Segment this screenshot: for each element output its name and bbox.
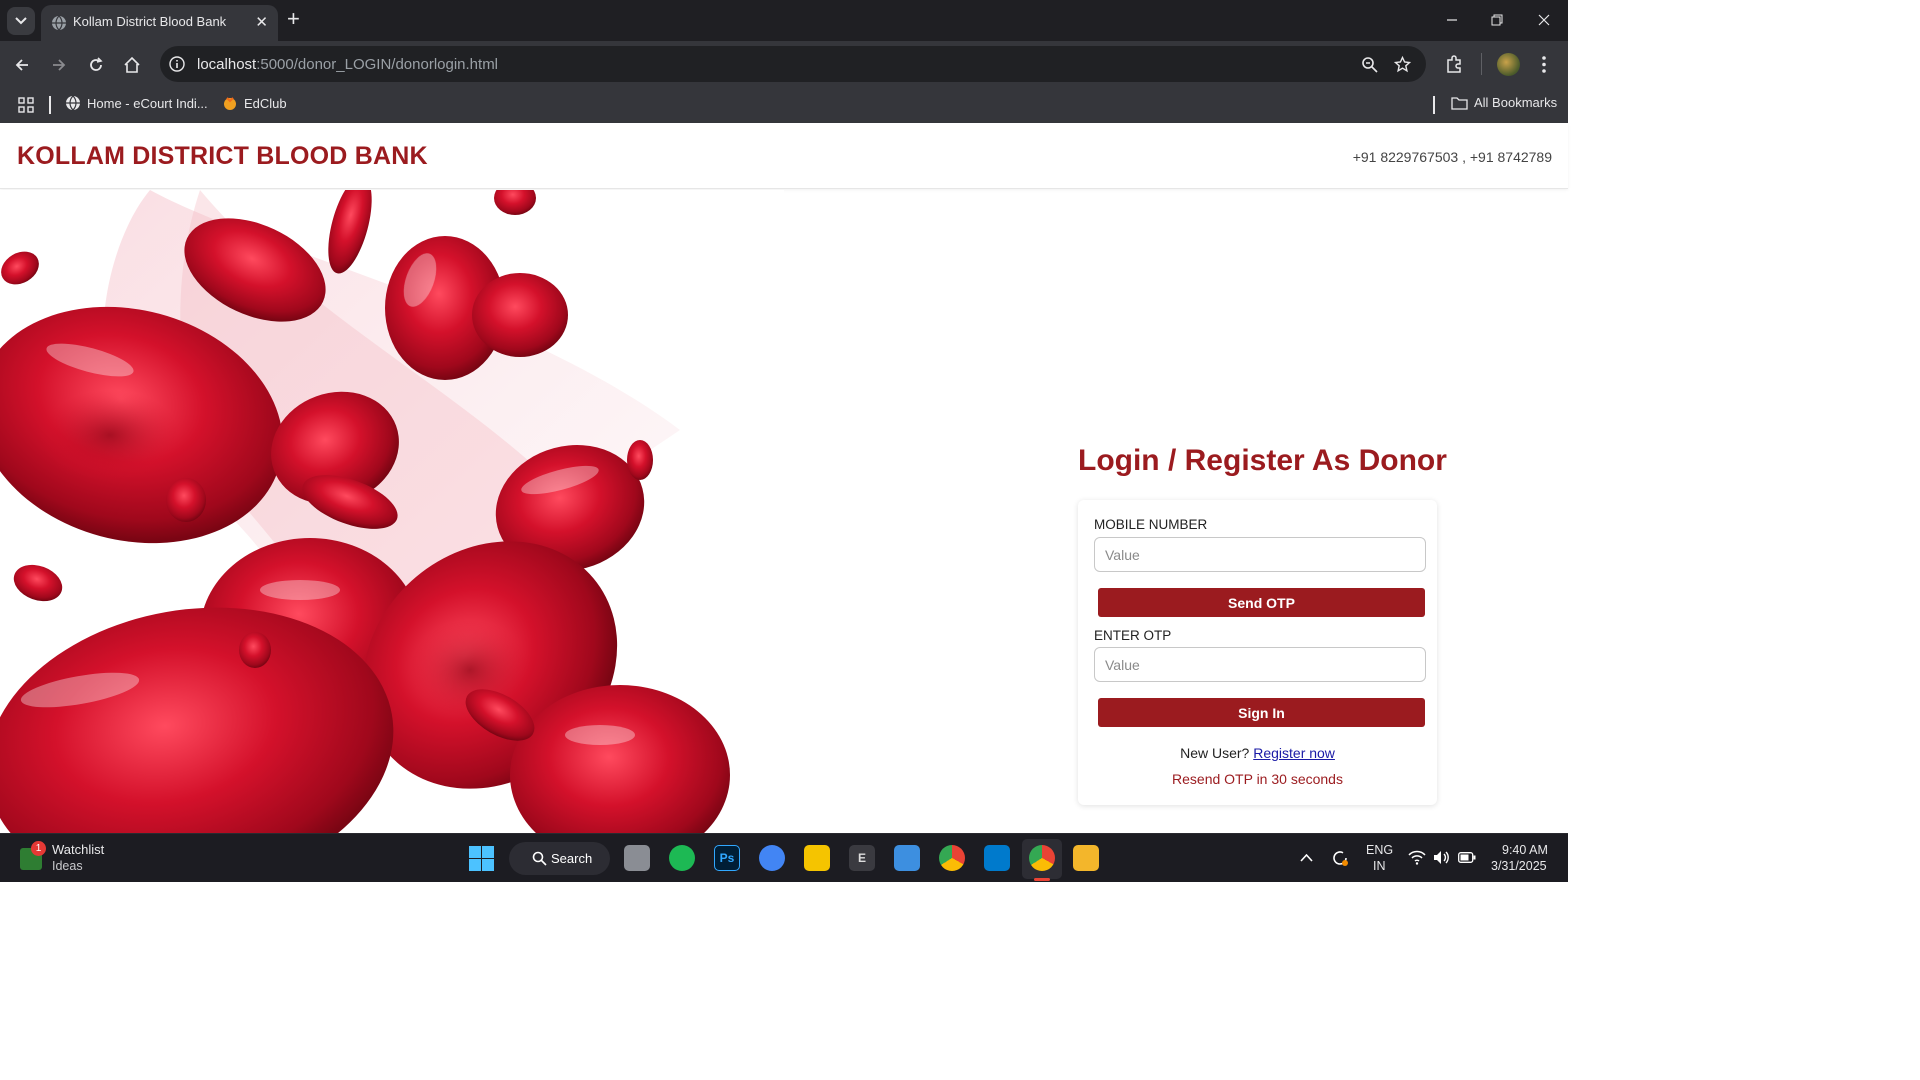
arrow-right-icon [53, 59, 66, 71]
chevron-up-icon[interactable] [1300, 854, 1313, 862]
task-view-icon[interactable] [624, 845, 650, 871]
reload-button[interactable] [84, 53, 108, 77]
browser-tab-bar: Kollam District Blood Bank ✕ + [0, 0, 1568, 41]
more-menu-icon[interactable] [1540, 55, 1548, 74]
resend-otp-timer: Resend OTP in 30 seconds [1172, 771, 1343, 787]
bookmarks-divider [49, 96, 51, 114]
otp-input[interactable] [1094, 647, 1426, 682]
mobile-number-input[interactable] [1094, 537, 1426, 572]
edclub-icon [224, 97, 236, 110]
mobile-number-label: MOBILE NUMBER [1094, 517, 1208, 532]
blood-cells-illustration [0, 190, 784, 833]
url-path: :5000/donor_LOGIN/donorlogin.html [256, 56, 499, 73]
globe-icon [66, 95, 80, 111]
bookmarks-bar: Home - eCourt Indi... EdClub All Bookmar… [0, 88, 1568, 123]
notification-badge: 1 [31, 841, 46, 856]
search-label: Search [551, 851, 593, 866]
back-button[interactable] [10, 53, 34, 77]
apps-grid-icon[interactable] [18, 97, 34, 113]
sync-status-icon[interactable] [1330, 848, 1350, 868]
minimize-icon[interactable] [1446, 14, 1458, 26]
toolbar-divider [1481, 53, 1482, 75]
photoshop-icon[interactable]: Ps [714, 845, 740, 871]
url-text[interactable]: localhost:5000/donor_LOGIN/donorlogin.ht… [197, 56, 498, 73]
restore-icon[interactable] [1491, 14, 1503, 26]
browser-tab-active[interactable]: Kollam District Blood Bank ✕ [41, 5, 278, 41]
new-tab-button[interactable]: + [287, 8, 300, 30]
profile-avatar[interactable] [1497, 53, 1520, 76]
home-icon [124, 56, 140, 73]
sync-app-icon[interactable] [759, 845, 785, 871]
tab-title: Kollam District Blood Bank [73, 14, 227, 29]
language-top[interactable]: ENG [1366, 843, 1393, 857]
globe-icon [52, 15, 66, 31]
clock-date[interactable]: 3/31/2025 [1491, 859, 1547, 873]
windows-taskbar: 1 Watchlist Ideas Search Ps E ENG IN 9:4… [0, 833, 1568, 882]
bookmark-label: Home - eCourt Indi... [87, 95, 208, 111]
windows-start-icon[interactable] [469, 846, 494, 871]
bookmark-ecourt[interactable]: Home - eCourt Indi... [65, 95, 208, 111]
contact-phone: +91 8229767503 , +91 8742789 [1352, 149, 1552, 165]
address-bar[interactable]: localhost:5000/donor_LOGIN/donorlogin.ht… [160, 46, 1426, 82]
chrome-active-icon[interactable] [1029, 845, 1055, 871]
new-user-row: New User? Register now [1078, 745, 1437, 761]
otp-label: ENTER OTP [1094, 628, 1172, 643]
sign-in-button[interactable]: Sign In [1098, 698, 1425, 727]
url-host: localhost [197, 56, 257, 73]
info-icon[interactable] [169, 56, 185, 72]
ism-app-icon[interactable] [804, 845, 830, 871]
all-bookmarks-label: All Bookmarks [1474, 95, 1558, 110]
language-bottom: IN [1373, 859, 1386, 873]
search-icon [532, 851, 547, 866]
browser-toolbar: localhost:5000/donor_LOGIN/donorlogin.ht… [0, 41, 1568, 88]
chrome-icon[interactable] [939, 845, 965, 871]
site-header: KOLLAM DISTRICT BLOOD BANK +91 822976750… [0, 123, 1568, 189]
active-indicator [1034, 878, 1050, 881]
tab-close-icon[interactable]: ✕ [255, 13, 268, 31]
folder-icon [1451, 96, 1468, 110]
login-card: MOBILE NUMBER Send OTP ENTER OTP Sign In… [1078, 500, 1437, 805]
blood-cells-image [0, 190, 730, 833]
reload-icon [90, 57, 103, 71]
wifi-icon[interactable] [1408, 850, 1426, 865]
notepad-icon[interactable] [894, 845, 920, 871]
site-title: KOLLAM DISTRICT BLOOD BANK [17, 142, 428, 170]
bookmark-label: EdClub [244, 95, 287, 111]
forward-button[interactable] [47, 53, 71, 77]
clock-time[interactable]: 9:40 AM [1502, 843, 1548, 857]
zoom-icon[interactable] [1361, 56, 1378, 73]
spotify-icon[interactable] [669, 845, 695, 871]
register-now-link[interactable]: Register now [1253, 745, 1335, 761]
battery-icon[interactable] [1458, 852, 1476, 863]
chevron-down-icon [15, 17, 27, 25]
watchlist-subtitle: Ideas [52, 859, 83, 873]
e-app-icon[interactable]: E [849, 845, 875, 871]
star-icon[interactable] [1394, 56, 1411, 73]
tab-search-button[interactable] [7, 7, 35, 35]
new-user-text: New User? [1180, 745, 1250, 761]
volume-icon[interactable] [1433, 850, 1451, 865]
all-bookmarks[interactable]: All Bookmarks [1451, 95, 1557, 110]
window-close-icon[interactable] [1538, 14, 1550, 26]
bookmarks-divider [1433, 96, 1435, 114]
login-heading: Login / Register As Donor [1078, 444, 1447, 477]
bookmark-edclub[interactable]: EdClub [222, 95, 287, 111]
extensions-icon[interactable] [1445, 55, 1464, 74]
watchlist-title[interactable]: Watchlist [52, 842, 104, 857]
home-button[interactable] [120, 53, 144, 77]
file-explorer-icon[interactable] [1073, 845, 1099, 871]
taskbar-search[interactable]: Search [509, 842, 610, 875]
vscode-icon[interactable] [984, 845, 1010, 871]
send-otp-button[interactable]: Send OTP [1098, 588, 1425, 617]
arrow-left-icon [15, 59, 28, 71]
